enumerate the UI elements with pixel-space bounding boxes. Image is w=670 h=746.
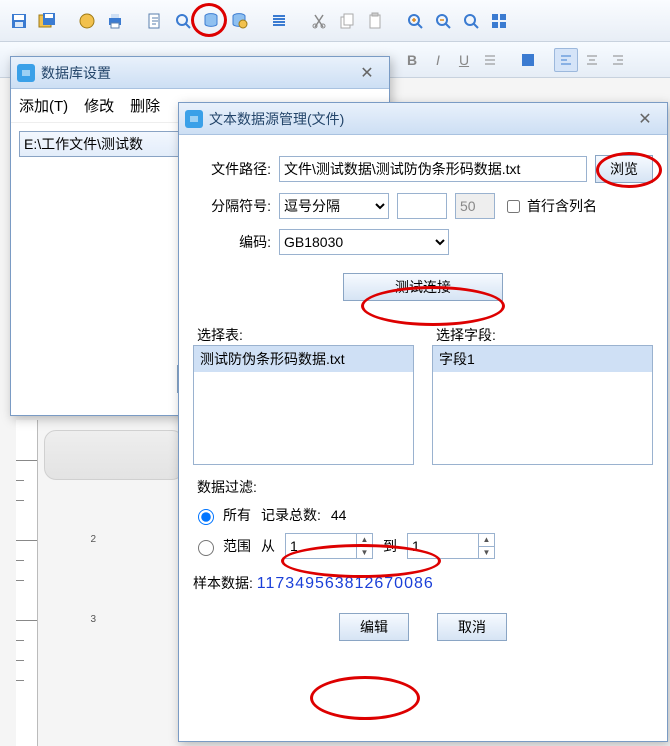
db-color-icon[interactable] [226, 8, 252, 34]
menu-add[interactable]: 添加(T) [19, 95, 68, 116]
copy-icon[interactable] [334, 8, 360, 34]
color-icon[interactable] [516, 48, 540, 72]
browse-button[interactable]: 浏览 [595, 155, 653, 183]
list-item[interactable]: 测试防伪条形码数据.txt [194, 346, 413, 372]
vertical-ruler: 1 2 3 [16, 420, 38, 746]
sep-num-2 [455, 193, 495, 219]
align-right-icon[interactable] [606, 48, 630, 72]
cancel-button[interactable]: 取消 [437, 613, 507, 641]
separator-label: 分隔符号: [193, 196, 271, 216]
cut-icon[interactable] [306, 8, 332, 34]
encoding-select[interactable]: GB18030 [279, 229, 449, 255]
filter-label: 数据过滤: [193, 477, 653, 497]
underline-icon[interactable]: U [452, 48, 476, 72]
db-icon[interactable] [198, 8, 224, 34]
close-icon[interactable]: ✕ [629, 107, 661, 131]
app-icon [17, 64, 35, 82]
to-input[interactable] [408, 534, 478, 558]
radio-all[interactable]: 所有 [193, 505, 251, 525]
select-table-label: 选择表: [193, 325, 414, 345]
dialog-titlebar[interactable]: 文本数据源管理(文件) ✕ [179, 103, 667, 135]
align-toggle-icon[interactable] [478, 48, 502, 72]
radio-range[interactable]: 范围 [193, 536, 251, 556]
total-count-value: 44 [331, 507, 361, 523]
sample-value: 117349563812670086 [257, 575, 434, 592]
from-label: 从 [261, 536, 275, 556]
edit-button[interactable]: 编辑 [339, 613, 409, 641]
separator-select[interactable]: 逗号分隔 [279, 193, 389, 219]
italic-icon[interactable]: I [426, 48, 450, 72]
canvas-object-placeholder [44, 430, 184, 480]
from-spin[interactable]: ▲▼ [285, 533, 373, 559]
close-icon[interactable]: ✕ [351, 61, 383, 85]
zoom-select-icon[interactable] [458, 8, 484, 34]
list-item[interactable]: 字段1 [433, 346, 652, 372]
sep-num-1[interactable] [397, 193, 447, 219]
menu-edit[interactable]: 修改 [84, 95, 114, 116]
dialog-titlebar[interactable]: 数据库设置 ✕ [11, 57, 389, 89]
test-connection-button[interactable]: 测试连接 [343, 273, 503, 301]
align-center-icon[interactable] [580, 48, 604, 72]
first-row-checkbox[interactable]: 首行含列名 [503, 196, 597, 216]
spin-down-icon[interactable]: ▼ [357, 547, 372, 559]
sample-label: 样本数据: [193, 575, 253, 591]
to-label: 到 [383, 536, 397, 556]
word-icon[interactable] [74, 8, 100, 34]
dialog-title: 数据库设置 [41, 63, 351, 83]
encoding-label: 编码: [193, 232, 271, 252]
align-left-icon[interactable] [554, 48, 578, 72]
menu-delete[interactable]: 删除 [130, 95, 160, 116]
total-count-label: 记录总数: [261, 505, 321, 525]
file-path-label: 文件路径: [193, 159, 271, 179]
to-spin[interactable]: ▲▼ [407, 533, 495, 559]
save-all-icon[interactable] [34, 8, 60, 34]
list-icon[interactable] [266, 8, 292, 34]
spin-up-icon[interactable]: ▲ [357, 534, 372, 547]
radio-range-input[interactable] [198, 540, 214, 556]
first-row-checkbox-box[interactable] [507, 200, 520, 213]
file-path-input[interactable] [279, 156, 587, 182]
dialog-title: 文本数据源管理(文件) [209, 109, 629, 129]
zoom-in-icon[interactable] [402, 8, 428, 34]
select-field-label: 选择字段: [432, 325, 653, 345]
table-list[interactable]: 测试防伪条形码数据.txt [193, 345, 414, 465]
paste-icon[interactable] [362, 8, 388, 34]
app-icon [185, 110, 203, 128]
main-toolbar [0, 0, 670, 42]
zoom-out-icon[interactable] [430, 8, 456, 34]
spin-up-icon[interactable]: ▲ [479, 534, 494, 547]
save-icon[interactable] [6, 8, 32, 34]
text-datasource-dialog: 文本数据源管理(文件) ✕ 文件路径: 浏览 分隔符号: 逗号分隔 首行含列名 … [178, 102, 668, 742]
from-input[interactable] [286, 534, 356, 558]
spin-down-icon[interactable]: ▼ [479, 547, 494, 559]
field-list[interactable]: 字段1 [432, 345, 653, 465]
fit-icon[interactable] [486, 8, 512, 34]
radio-all-input[interactable] [198, 509, 214, 525]
print-icon[interactable] [102, 8, 128, 34]
bold-icon[interactable]: B [400, 48, 424, 72]
find-icon[interactable] [170, 8, 196, 34]
prev-icon[interactable] [142, 8, 168, 34]
